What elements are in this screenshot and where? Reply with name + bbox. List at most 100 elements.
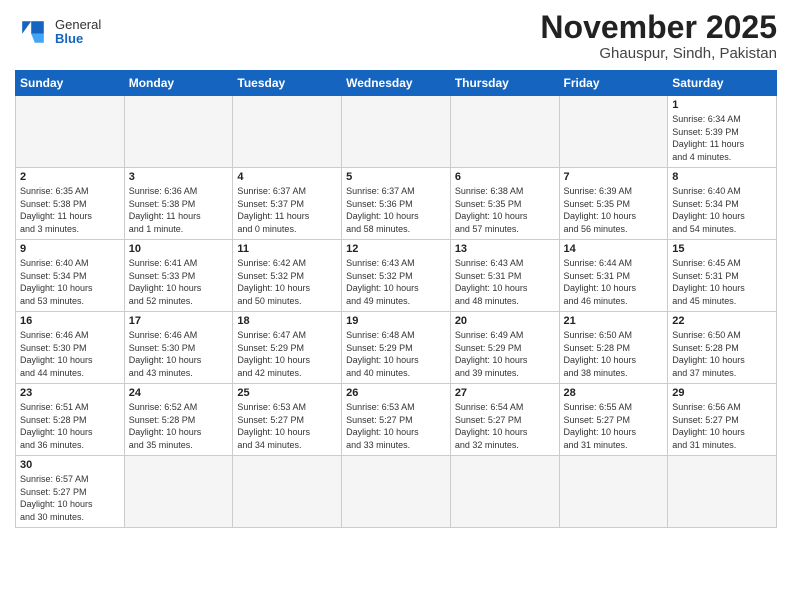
calendar-week-row: 2 Sunrise: 6:35 AMSunset: 5:38 PMDaylight… <box>16 168 777 240</box>
calendar-cell <box>450 96 559 168</box>
day-info: Sunrise: 6:42 AMSunset: 5:32 PMDaylight:… <box>237 257 337 307</box>
calendar-cell <box>233 456 342 527</box>
calendar-cell <box>668 456 777 527</box>
generalblue-logo-icon <box>15 14 51 50</box>
day-number: 25 <box>237 387 337 399</box>
day-number: 6 <box>455 171 555 183</box>
location: Ghauspur, Sindh, Pakistan <box>540 45 777 62</box>
logo-general-text: General <box>55 18 101 32</box>
calendar-cell: 21 Sunrise: 6:50 AMSunset: 5:28 PMDayligh… <box>559 312 668 384</box>
day-number: 26 <box>346 387 446 399</box>
day-info: Sunrise: 6:53 AMSunset: 5:27 PMDaylight:… <box>237 401 337 451</box>
day-info: Sunrise: 6:40 AMSunset: 5:34 PMDaylight:… <box>20 257 120 307</box>
day-info: Sunrise: 6:34 AMSunset: 5:39 PMDaylight:… <box>672 113 772 163</box>
calendar-cell: 10Sunrise: 6:41 AMSunset: 5:33 PMDayligh… <box>124 240 233 312</box>
calendar-cell: 6Sunrise: 6:38 AMSunset: 5:35 PMDaylight… <box>450 168 559 240</box>
day-number: 27 <box>455 387 555 399</box>
day-info: Sunrise: 6:40 AMSunset: 5:34 PMDaylight:… <box>672 185 772 235</box>
calendar-cell: 14 Sunrise: 6:44 AMSunset: 5:31 PMDayligh… <box>559 240 668 312</box>
day-number: 1 <box>672 99 772 111</box>
weekday-header-friday: Friday <box>559 71 668 96</box>
day-number: 9 <box>20 243 120 255</box>
calendar-cell <box>124 96 233 168</box>
logo-text: General Blue <box>55 18 101 47</box>
day-number: 30 <box>20 459 120 471</box>
calendar-cell: 15Sunrise: 6:45 AMSunset: 5:31 PMDayligh… <box>668 240 777 312</box>
day-number: 16 <box>20 315 120 327</box>
calendar-cell <box>233 96 342 168</box>
day-number: 23 <box>20 387 120 399</box>
calendar-cell: 19Sunrise: 6:48 AMSunset: 5:29 PMDayligh… <box>342 312 451 384</box>
day-info: Sunrise: 6:50 AMSunset: 5:28 PMDaylight:… <box>672 329 772 379</box>
day-info: Sunrise: 6:41 AMSunset: 5:33 PMDaylight:… <box>129 257 229 307</box>
calendar-cell: 13 Sunrise: 6:43 AMSunset: 5:31 PMDayligh… <box>450 240 559 312</box>
day-info: Sunrise: 6:56 AMSunset: 5:27 PMDaylight:… <box>672 401 772 451</box>
calendar-cell: 22 Sunrise: 6:50 AMSunset: 5:28 PMDayligh… <box>668 312 777 384</box>
day-info: Sunrise: 6:54 AMSunset: 5:27 PMDaylight:… <box>455 401 555 451</box>
header: General Blue November 2025 Ghauspur, Sin… <box>15 10 777 62</box>
day-number: 13 <box>455 243 555 255</box>
day-number: 19 <box>346 315 446 327</box>
title-block: November 2025 Ghauspur, Sindh, Pakistan <box>540 10 777 62</box>
day-number: 21 <box>564 315 664 327</box>
logo: General Blue <box>15 10 101 50</box>
calendar-cell: 2 Sunrise: 6:35 AMSunset: 5:38 PMDaylight… <box>16 168 125 240</box>
calendar-cell: 30 Sunrise: 6:57 AMSunset: 5:27 PMDayligh… <box>16 456 125 527</box>
calendar-cell: 17 Sunrise: 6:46 AMSunset: 5:30 PMDayligh… <box>124 312 233 384</box>
day-number: 2 <box>20 171 120 183</box>
calendar-cell: 28Sunrise: 6:55 AMSunset: 5:27 PMDayligh… <box>559 384 668 456</box>
calendar-cell: 12 Sunrise: 6:43 AMSunset: 5:32 PMDayligh… <box>342 240 451 312</box>
day-number: 24 <box>129 387 229 399</box>
calendar-week-row: 23 Sunrise: 6:51 AMSunset: 5:28 PMDayligh… <box>16 384 777 456</box>
day-info: Sunrise: 6:49 AMSunset: 5:29 PMDaylight:… <box>455 329 555 379</box>
day-number: 11 <box>237 243 337 255</box>
day-number: 29 <box>672 387 772 399</box>
day-number: 22 <box>672 315 772 327</box>
day-info: Sunrise: 6:46 AMSunset: 5:30 PMDaylight:… <box>129 329 229 379</box>
day-number: 3 <box>129 171 229 183</box>
day-info: Sunrise: 6:44 AMSunset: 5:31 PMDaylight:… <box>564 257 664 307</box>
day-number: 7 <box>564 171 664 183</box>
calendar-cell <box>450 456 559 527</box>
day-info: Sunrise: 6:37 AMSunset: 5:37 PMDaylight:… <box>237 185 337 235</box>
weekday-header-row: SundayMondayTuesdayWednesdayThursdayFrid… <box>16 71 777 96</box>
day-info: Sunrise: 6:45 AMSunset: 5:31 PMDaylight:… <box>672 257 772 307</box>
calendar-cell: 5Sunrise: 6:37 AMSunset: 5:36 PMDaylight… <box>342 168 451 240</box>
day-number: 20 <box>455 315 555 327</box>
calendar-cell: 20 Sunrise: 6:49 AMSunset: 5:29 PMDayligh… <box>450 312 559 384</box>
calendar-week-row: 16 Sunrise: 6:46 AMSunset: 5:30 PMDayligh… <box>16 312 777 384</box>
day-info: Sunrise: 6:47 AMSunset: 5:29 PMDaylight:… <box>237 329 337 379</box>
logo-blue-text: Blue <box>55 32 101 46</box>
day-info: Sunrise: 6:51 AMSunset: 5:28 PMDaylight:… <box>20 401 120 451</box>
day-number: 17 <box>129 315 229 327</box>
day-info: Sunrise: 6:35 AMSunset: 5:38 PMDaylight:… <box>20 185 120 235</box>
day-number: 12 <box>346 243 446 255</box>
calendar-cell: 16Sunrise: 6:46 AMSunset: 5:30 PMDayligh… <box>16 312 125 384</box>
day-number: 18 <box>237 315 337 327</box>
calendar-cell <box>16 96 125 168</box>
calendar-week-row: 9 Sunrise: 6:40 AMSunset: 5:34 PMDaylight… <box>16 240 777 312</box>
day-info: Sunrise: 6:57 AMSunset: 5:27 PMDaylight:… <box>20 473 120 523</box>
calendar-cell: 8 Sunrise: 6:40 AMSunset: 5:34 PMDaylight… <box>668 168 777 240</box>
calendar-cell: 11 Sunrise: 6:42 AMSunset: 5:32 PMDayligh… <box>233 240 342 312</box>
calendar-cell: 27 Sunrise: 6:54 AMSunset: 5:27 PMDayligh… <box>450 384 559 456</box>
day-info: Sunrise: 6:43 AMSunset: 5:32 PMDaylight:… <box>346 257 446 307</box>
calendar-cell <box>342 96 451 168</box>
calendar-cell: 7Sunrise: 6:39 AMSunset: 5:35 PMDaylight… <box>559 168 668 240</box>
calendar-cell: 3 Sunrise: 6:36 AMSunset: 5:38 PMDaylight… <box>124 168 233 240</box>
calendar-cell: 24 Sunrise: 6:52 AMSunset: 5:28 PMDayligh… <box>124 384 233 456</box>
day-number: 8 <box>672 171 772 183</box>
day-info: Sunrise: 6:52 AMSunset: 5:28 PMDaylight:… <box>129 401 229 451</box>
day-number: 14 <box>564 243 664 255</box>
weekday-header-monday: Monday <box>124 71 233 96</box>
day-info: Sunrise: 6:43 AMSunset: 5:31 PMDaylight:… <box>455 257 555 307</box>
day-info: Sunrise: 6:36 AMSunset: 5:38 PMDaylight:… <box>129 185 229 235</box>
day-number: 28 <box>564 387 664 399</box>
calendar-cell: 29 Sunrise: 6:56 AMSunset: 5:27 PMDayligh… <box>668 384 777 456</box>
day-info: Sunrise: 6:53 AMSunset: 5:27 PMDaylight:… <box>346 401 446 451</box>
calendar-cell: 26 Sunrise: 6:53 AMSunset: 5:27 PMDayligh… <box>342 384 451 456</box>
calendar-table: SundayMondayTuesdayWednesdayThursdayFrid… <box>15 70 777 527</box>
day-info: Sunrise: 6:50 AMSunset: 5:28 PMDaylight:… <box>564 329 664 379</box>
weekday-header-thursday: Thursday <box>450 71 559 96</box>
calendar-cell: 23 Sunrise: 6:51 AMSunset: 5:28 PMDayligh… <box>16 384 125 456</box>
